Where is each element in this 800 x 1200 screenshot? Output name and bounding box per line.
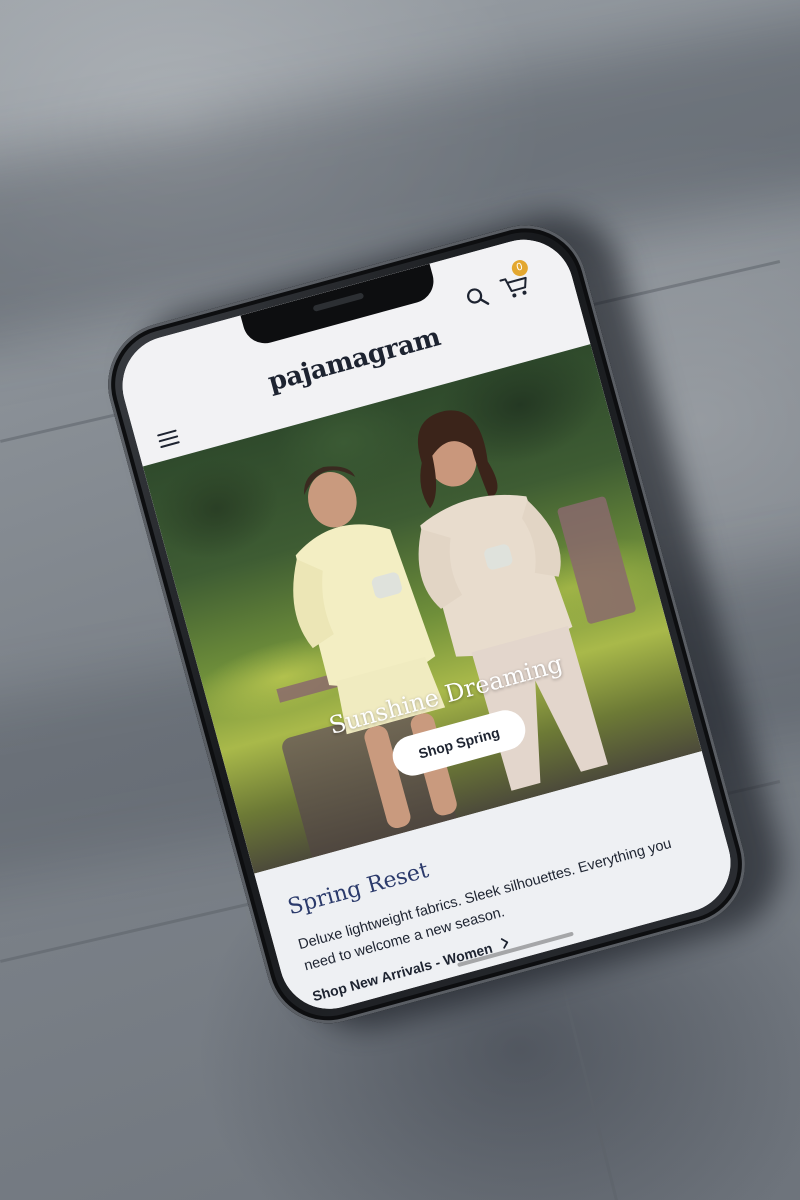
- tile-joint: [560, 979, 621, 1200]
- photo-scene: pajamagram 0 Sunshine Dreaming Shop Spri…: [0, 0, 800, 1200]
- product-thumbnail: [604, 965, 637, 998]
- earpiece-speaker: [312, 292, 365, 312]
- smartphone: pajamagram 0 Sunshine Dreaming Shop Spri…: [94, 211, 760, 1038]
- search-icon[interactable]: [464, 284, 491, 311]
- phone-screen: pajamagram 0 Sunshine Dreaming Shop Spri…: [111, 228, 742, 1021]
- hamburger-menu-icon[interactable]: [156, 429, 181, 450]
